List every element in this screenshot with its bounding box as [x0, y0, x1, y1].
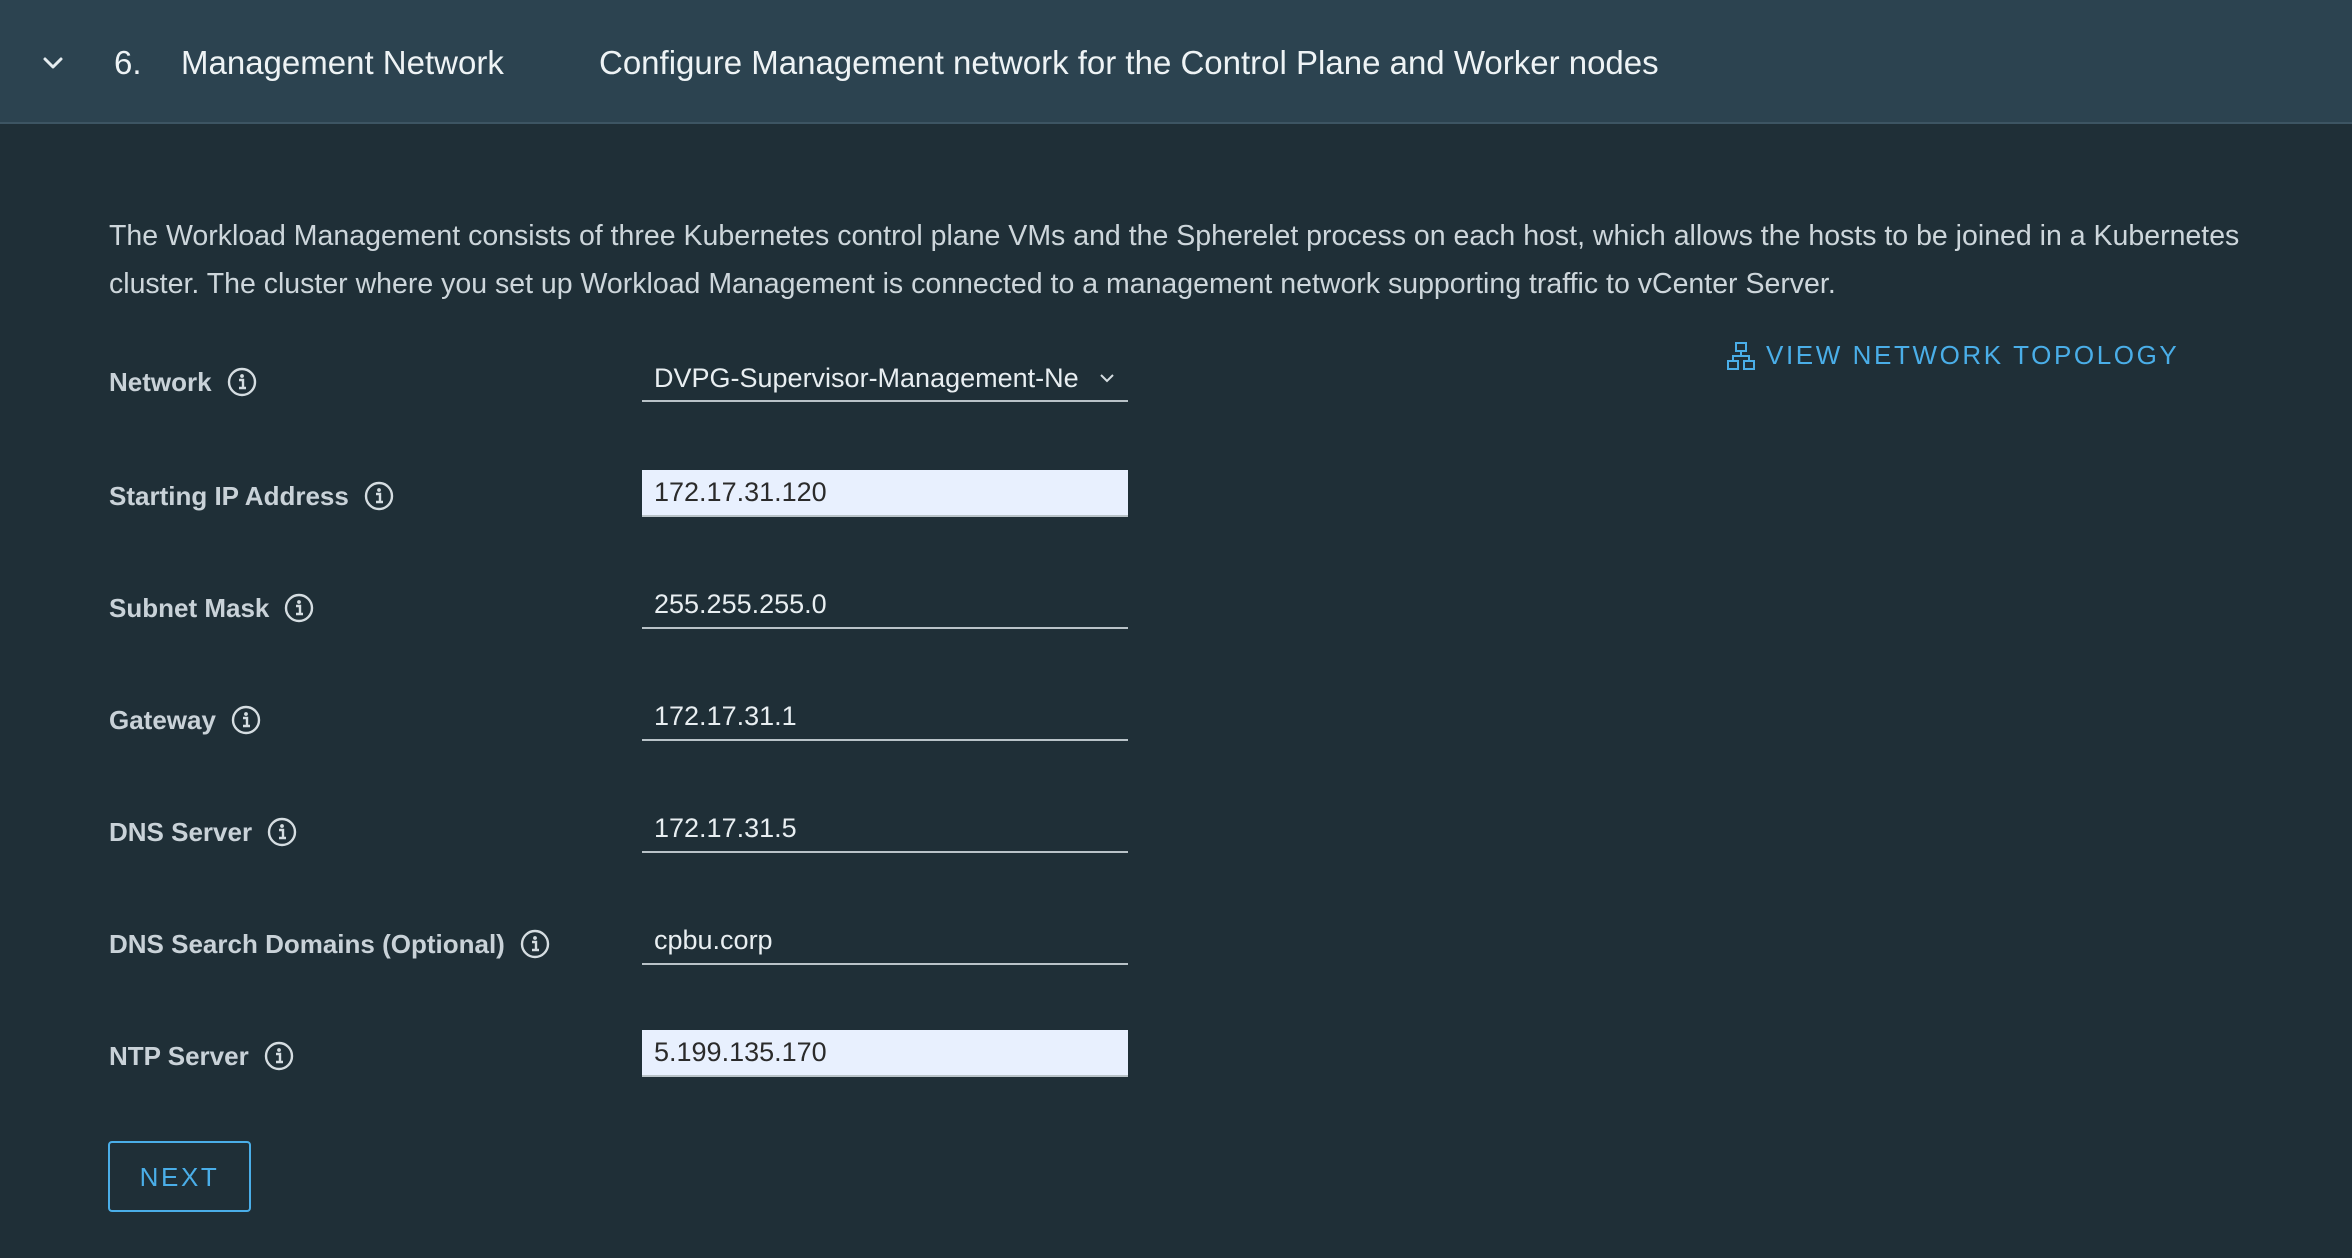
ntp-server-label: NTP Server: [109, 1040, 295, 1072]
step-title: Management Network: [181, 44, 504, 81]
info-icon[interactable]: [226, 366, 258, 398]
gateway-label: Gateway: [109, 704, 262, 736]
view-network-topology-label: VIEW NETWORK TOPOLOGY: [1766, 340, 2180, 370]
info-icon[interactable]: [263, 1040, 295, 1072]
dns-server-input[interactable]: [642, 806, 1128, 853]
info-icon[interactable]: [230, 704, 262, 736]
info-icon[interactable]: [519, 928, 551, 960]
network-label: Network: [109, 366, 258, 398]
dns-search-domains-input[interactable]: [642, 918, 1128, 965]
subnet-mask-input[interactable]: [642, 582, 1128, 629]
network-select[interactable]: DVPG-Supervisor-Management-Ne: [642, 356, 1128, 402]
dns-search-domains-label: DNS Search Domains (Optional): [109, 928, 551, 960]
view-network-topology-link[interactable]: VIEW NETWORK TOPOLOGY: [1726, 340, 2179, 371]
step-number: 6.: [114, 44, 142, 81]
step-description: Configure Management network for the Con…: [599, 44, 1659, 81]
gateway-input[interactable]: [642, 694, 1128, 741]
info-icon[interactable]: [266, 816, 298, 848]
starting-ip-label: Starting IP Address: [109, 480, 395, 512]
info-icon[interactable]: [363, 480, 395, 512]
next-button[interactable]: NEXT: [108, 1141, 251, 1212]
network-topology-icon: [1727, 341, 1755, 370]
intro-text: The Workload Management consists of thre…: [109, 220, 2240, 300]
ntp-server-input[interactable]: [642, 1030, 1128, 1077]
chevron-down-icon: [1100, 374, 1114, 383]
subnet-mask-label: Subnet Mask: [109, 592, 315, 624]
chevron-down-icon[interactable]: [40, 50, 66, 76]
info-icon[interactable]: [283, 592, 315, 624]
step-header[interactable]: 6. Management Network Configure Manageme…: [0, 0, 2352, 124]
starting-ip-input[interactable]: [642, 470, 1128, 517]
dns-server-label: DNS Server: [109, 816, 298, 848]
